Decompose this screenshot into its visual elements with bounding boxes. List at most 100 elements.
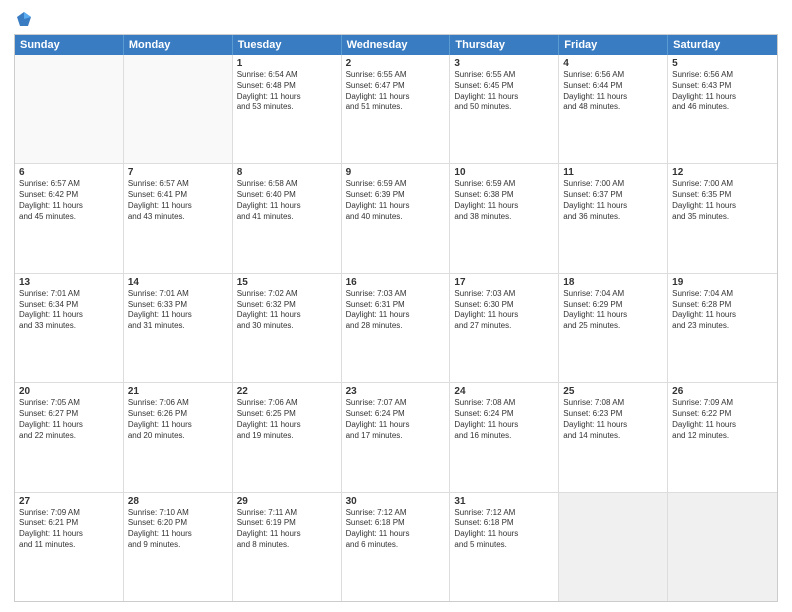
day-number: 24 [454, 386, 554, 397]
day-number: 2 [346, 58, 446, 69]
cell-info: Sunrise: 7:09 AM Sunset: 6:22 PM Dayligh… [672, 398, 773, 441]
calendar-cell: 6Sunrise: 6:57 AM Sunset: 6:42 PM Daylig… [15, 164, 124, 272]
day-number: 8 [237, 167, 337, 178]
cell-info: Sunrise: 7:01 AM Sunset: 6:33 PM Dayligh… [128, 289, 228, 332]
day-number: 11 [563, 167, 663, 178]
cell-info: Sunrise: 6:57 AM Sunset: 6:42 PM Dayligh… [19, 179, 119, 222]
calendar-cell [668, 493, 777, 601]
day-number: 4 [563, 58, 663, 69]
cell-info: Sunrise: 6:58 AM Sunset: 6:40 PM Dayligh… [237, 179, 337, 222]
cell-info: Sunrise: 7:09 AM Sunset: 6:21 PM Dayligh… [19, 508, 119, 551]
calendar-row-3: 13Sunrise: 7:01 AM Sunset: 6:34 PM Dayli… [15, 273, 777, 382]
day-number: 28 [128, 496, 228, 507]
day-number: 29 [237, 496, 337, 507]
day-number: 5 [672, 58, 773, 69]
calendar-cell [124, 55, 233, 163]
calendar-row-5: 27Sunrise: 7:09 AM Sunset: 6:21 PM Dayli… [15, 492, 777, 601]
calendar-cell: 9Sunrise: 6:59 AM Sunset: 6:39 PM Daylig… [342, 164, 451, 272]
cell-info: Sunrise: 7:04 AM Sunset: 6:29 PM Dayligh… [563, 289, 663, 332]
calendar-cell: 17Sunrise: 7:03 AM Sunset: 6:30 PM Dayli… [450, 274, 559, 382]
day-number: 27 [19, 496, 119, 507]
day-number: 30 [346, 496, 446, 507]
header-cell-thursday: Thursday [450, 35, 559, 55]
header-cell-tuesday: Tuesday [233, 35, 342, 55]
header-cell-monday: Monday [124, 35, 233, 55]
logo-flag-icon [15, 10, 33, 28]
calendar-cell: 23Sunrise: 7:07 AM Sunset: 6:24 PM Dayli… [342, 383, 451, 491]
day-number: 20 [19, 386, 119, 397]
calendar-header: SundayMondayTuesdayWednesdayThursdayFrid… [15, 35, 777, 55]
calendar-grid: SundayMondayTuesdayWednesdayThursdayFrid… [14, 34, 778, 602]
day-number: 16 [346, 277, 446, 288]
cell-info: Sunrise: 7:08 AM Sunset: 6:23 PM Dayligh… [563, 398, 663, 441]
day-number: 26 [672, 386, 773, 397]
day-number: 25 [563, 386, 663, 397]
day-number: 12 [672, 167, 773, 178]
calendar-cell: 20Sunrise: 7:05 AM Sunset: 6:27 PM Dayli… [15, 383, 124, 491]
calendar-page: SundayMondayTuesdayWednesdayThursdayFrid… [0, 0, 792, 612]
day-number: 22 [237, 386, 337, 397]
day-number: 18 [563, 277, 663, 288]
cell-info: Sunrise: 6:54 AM Sunset: 6:48 PM Dayligh… [237, 70, 337, 113]
cell-info: Sunrise: 7:06 AM Sunset: 6:25 PM Dayligh… [237, 398, 337, 441]
calendar-cell: 19Sunrise: 7:04 AM Sunset: 6:28 PM Dayli… [668, 274, 777, 382]
day-number: 17 [454, 277, 554, 288]
day-number: 21 [128, 386, 228, 397]
cell-info: Sunrise: 7:12 AM Sunset: 6:18 PM Dayligh… [346, 508, 446, 551]
cell-info: Sunrise: 7:11 AM Sunset: 6:19 PM Dayligh… [237, 508, 337, 551]
logo [14, 10, 33, 28]
cell-info: Sunrise: 6:55 AM Sunset: 6:47 PM Dayligh… [346, 70, 446, 113]
calendar-cell: 12Sunrise: 7:00 AM Sunset: 6:35 PM Dayli… [668, 164, 777, 272]
calendar-cell: 22Sunrise: 7:06 AM Sunset: 6:25 PM Dayli… [233, 383, 342, 491]
header-cell-sunday: Sunday [15, 35, 124, 55]
calendar-cell [15, 55, 124, 163]
calendar-row-4: 20Sunrise: 7:05 AM Sunset: 6:27 PM Dayli… [15, 382, 777, 491]
calendar-cell: 5Sunrise: 6:56 AM Sunset: 6:43 PM Daylig… [668, 55, 777, 163]
day-number: 7 [128, 167, 228, 178]
day-number: 1 [237, 58, 337, 69]
calendar-cell: 31Sunrise: 7:12 AM Sunset: 6:18 PM Dayli… [450, 493, 559, 601]
day-number: 31 [454, 496, 554, 507]
header-cell-wednesday: Wednesday [342, 35, 451, 55]
calendar-row-2: 6Sunrise: 6:57 AM Sunset: 6:42 PM Daylig… [15, 163, 777, 272]
calendar-cell: 25Sunrise: 7:08 AM Sunset: 6:23 PM Dayli… [559, 383, 668, 491]
cell-info: Sunrise: 7:08 AM Sunset: 6:24 PM Dayligh… [454, 398, 554, 441]
cell-info: Sunrise: 6:59 AM Sunset: 6:39 PM Dayligh… [346, 179, 446, 222]
calendar-cell: 30Sunrise: 7:12 AM Sunset: 6:18 PM Dayli… [342, 493, 451, 601]
calendar-cell: 8Sunrise: 6:58 AM Sunset: 6:40 PM Daylig… [233, 164, 342, 272]
cell-info: Sunrise: 7:03 AM Sunset: 6:30 PM Dayligh… [454, 289, 554, 332]
calendar-cell: 26Sunrise: 7:09 AM Sunset: 6:22 PM Dayli… [668, 383, 777, 491]
calendar-cell: 3Sunrise: 6:55 AM Sunset: 6:45 PM Daylig… [450, 55, 559, 163]
calendar-cell: 28Sunrise: 7:10 AM Sunset: 6:20 PM Dayli… [124, 493, 233, 601]
calendar-cell: 21Sunrise: 7:06 AM Sunset: 6:26 PM Dayli… [124, 383, 233, 491]
calendar-cell: 1Sunrise: 6:54 AM Sunset: 6:48 PM Daylig… [233, 55, 342, 163]
cell-info: Sunrise: 7:02 AM Sunset: 6:32 PM Dayligh… [237, 289, 337, 332]
calendar-cell: 18Sunrise: 7:04 AM Sunset: 6:29 PM Dayli… [559, 274, 668, 382]
header-cell-saturday: Saturday [668, 35, 777, 55]
cell-info: Sunrise: 7:03 AM Sunset: 6:31 PM Dayligh… [346, 289, 446, 332]
cell-info: Sunrise: 7:12 AM Sunset: 6:18 PM Dayligh… [454, 508, 554, 551]
header-cell-friday: Friday [559, 35, 668, 55]
calendar-cell: 27Sunrise: 7:09 AM Sunset: 6:21 PM Dayli… [15, 493, 124, 601]
day-number: 10 [454, 167, 554, 178]
calendar-cell [559, 493, 668, 601]
calendar-row-1: 1Sunrise: 6:54 AM Sunset: 6:48 PM Daylig… [15, 55, 777, 163]
calendar-cell: 24Sunrise: 7:08 AM Sunset: 6:24 PM Dayli… [450, 383, 559, 491]
cell-info: Sunrise: 6:56 AM Sunset: 6:44 PM Dayligh… [563, 70, 663, 113]
cell-info: Sunrise: 6:59 AM Sunset: 6:38 PM Dayligh… [454, 179, 554, 222]
cell-info: Sunrise: 7:00 AM Sunset: 6:35 PM Dayligh… [672, 179, 773, 222]
day-number: 6 [19, 167, 119, 178]
day-number: 19 [672, 277, 773, 288]
cell-info: Sunrise: 7:05 AM Sunset: 6:27 PM Dayligh… [19, 398, 119, 441]
calendar-cell: 7Sunrise: 6:57 AM Sunset: 6:41 PM Daylig… [124, 164, 233, 272]
page-header [14, 10, 778, 28]
day-number: 23 [346, 386, 446, 397]
cell-info: Sunrise: 7:10 AM Sunset: 6:20 PM Dayligh… [128, 508, 228, 551]
day-number: 15 [237, 277, 337, 288]
cell-info: Sunrise: 7:04 AM Sunset: 6:28 PM Dayligh… [672, 289, 773, 332]
cell-info: Sunrise: 6:56 AM Sunset: 6:43 PM Dayligh… [672, 70, 773, 113]
cell-info: Sunrise: 6:55 AM Sunset: 6:45 PM Dayligh… [454, 70, 554, 113]
day-number: 9 [346, 167, 446, 178]
calendar-cell: 2Sunrise: 6:55 AM Sunset: 6:47 PM Daylig… [342, 55, 451, 163]
cell-info: Sunrise: 7:01 AM Sunset: 6:34 PM Dayligh… [19, 289, 119, 332]
